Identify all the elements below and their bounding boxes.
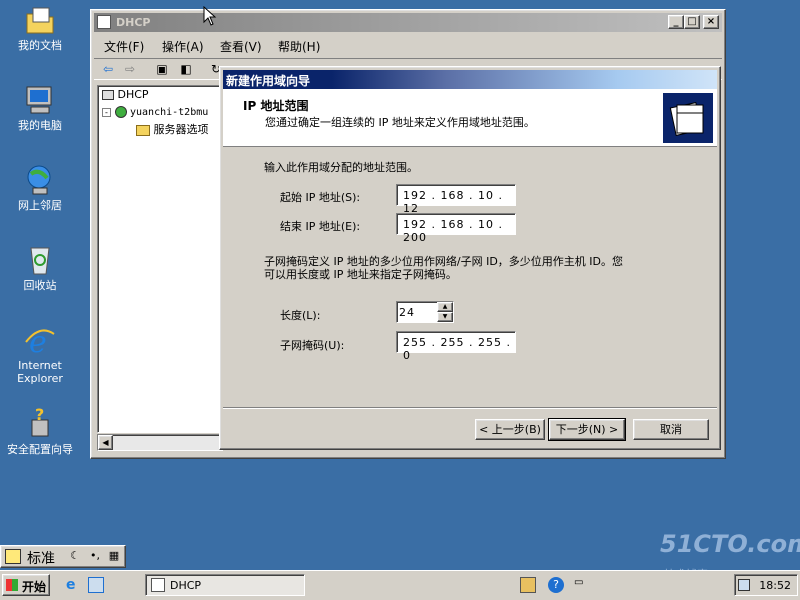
network-places-icon <box>23 164 57 196</box>
taskbar: 开始 e DHCP ? ▭ 18:52 <box>0 570 800 600</box>
up-folder-icon[interactable]: ▣ <box>152 61 172 79</box>
my-computer-icon <box>23 84 57 116</box>
new-scope-wizard: 新建作用域向导 IP 地址范围 您通过确定一组连续的 IP 地址来定义作用域地址… <box>219 66 721 450</box>
menu-file[interactable]: 文件(F) <box>104 38 144 55</box>
start-label: 开始 <box>22 580 47 594</box>
back-button[interactable]: < 上一步(B) <box>475 419 545 440</box>
taskbar-item-label: DHCP <box>170 579 202 592</box>
start-ip-value: 192 . 168 . 10 . 12 <box>403 189 503 215</box>
subnet-mask-label: 子网掩码(U): <box>280 339 345 352</box>
subnet-mask-value: 255 . 255 . 255 . 0 <box>403 336 511 362</box>
length-stepper[interactable]: 24 ▲ ▼ <box>396 301 454 323</box>
window-title: DHCP <box>116 16 151 29</box>
maximize-button[interactable]: □ <box>684 15 700 29</box>
desktop-icon-label: Internet <box>18 359 62 372</box>
ime-mode-label[interactable]: 标准 <box>27 548 55 568</box>
menu-bar: 文件(F) 操作(A) 查看(V) 帮助(H) <box>94 34 722 56</box>
moon-icon[interactable]: ☾ <box>67 549 83 564</box>
start-ip-label: 起始 IP 地址(S): <box>280 191 361 204</box>
mouse-cursor-icon <box>203 6 217 26</box>
console-tree: DHCP - yuanchi-t2bmu 服务器选项 <box>97 85 223 433</box>
desktop-icon-security-wizard[interactable]: ? 安全配置向导 <box>0 405 80 456</box>
subnet-mask-field[interactable]: 255 . 255 . 255 . 0 <box>396 331 516 362</box>
end-ip-field[interactable]: 192 . 168 . 10 . 200 <box>396 213 516 244</box>
show-desktop-icon[interactable] <box>88 577 104 593</box>
wizard-title-bar[interactable]: 新建作用域向导 <box>223 70 717 89</box>
prompt-text: 输入此作用域分配的地址范围。 <box>264 161 418 174</box>
minimize-button[interactable]: _ <box>668 15 684 29</box>
back-arrow-icon[interactable]: ⇦ <box>98 61 118 79</box>
desktop-icon-internet-explorer[interactable]: e Internet Explorer <box>0 324 80 385</box>
length-label: 长度(L): <box>280 309 321 322</box>
keyboard-icon[interactable]: ▦ <box>105 549 123 564</box>
tree-label: yuanchi-t2bmu <box>130 107 209 118</box>
clock[interactable]: 18:52 <box>759 579 791 592</box>
wizard-header-title: IP 地址范围 <box>243 99 309 113</box>
ie-icon: e <box>23 324 57 360</box>
tree-item-server[interactable]: - yuanchi-t2bmu <box>102 105 208 118</box>
desktop-icon-my-documents[interactable]: 我的文档 <box>0 4 80 52</box>
wizard-header-desc: 您通过确定一组连续的 IP 地址来定义作用域地址范围。 <box>265 116 535 129</box>
tree-label: 服务器选项 <box>153 123 209 136</box>
security-wizard-icon: ? <box>23 405 57 440</box>
end-ip-value: 192 . 168 . 10 . 200 <box>403 218 503 244</box>
dhcp-task-icon <box>151 578 165 592</box>
tree-item-dhcp[interactable]: DHCP <box>102 88 149 101</box>
desktop-icon-label: Explorer <box>17 372 63 385</box>
close-button[interactable]: × <box>703 15 719 29</box>
desktop-icon-label: 网上邻居 <box>18 199 62 212</box>
cancel-button[interactable]: 取消 <box>633 419 709 440</box>
length-value: 24 <box>399 306 415 319</box>
folder-icon <box>136 124 150 136</box>
dhcp-title-bar[interactable]: DHCP _ □ × <box>94 13 722 32</box>
wizard-title: 新建作用域向导 <box>226 74 311 88</box>
ime-toolbar: 标准 ☾ •, ▦ <box>0 545 126 568</box>
desktop-icon-recycle-bin[interactable]: 回收站 <box>0 244 80 292</box>
display-icon[interactable]: ▭ <box>574 577 586 593</box>
recycle-bin-icon <box>23 244 57 276</box>
stepper-down-button[interactable]: ▼ <box>437 312 453 322</box>
server-icon <box>114 106 127 118</box>
desktop-icon-label: 我的电脑 <box>18 119 62 132</box>
svg-text:?: ? <box>35 408 44 424</box>
wizard-header: IP 地址范围 您通过确定一组连续的 IP 地址来定义作用域地址范围。 <box>223 89 717 147</box>
help-icon[interactable]: ? <box>548 577 564 593</box>
show-tree-icon[interactable]: ◧ <box>176 61 196 79</box>
tree-label: DHCP <box>117 88 149 101</box>
my-documents-icon <box>23 4 57 36</box>
desktop-icon-label: 我的文档 <box>18 39 62 52</box>
ie-quicklaunch-icon[interactable]: e <box>66 577 82 593</box>
taskbar-item-dhcp[interactable]: DHCP <box>145 574 305 596</box>
menu-view[interactable]: 查看(V) <box>220 38 262 55</box>
windows-logo-icon <box>6 579 18 591</box>
tree-item-server-options[interactable]: 服务器选项 <box>136 121 209 137</box>
subnet-desc-line2: 可以用长度或 IP 地址来指定子网掩码。 <box>264 268 457 281</box>
dhcp-app-icon <box>97 15 111 29</box>
desktop-icon-label: 回收站 <box>23 279 57 292</box>
stepper-up-button[interactable]: ▲ <box>437 302 453 312</box>
start-button[interactable]: 开始 <box>2 574 50 596</box>
ime-logo-icon[interactable] <box>5 549 21 564</box>
network-tray-icon[interactable] <box>738 579 750 591</box>
wizard-folder-icon <box>663 93 713 143</box>
desktop-icon-my-computer[interactable]: 我的电脑 <box>0 84 80 132</box>
scroll-left-button[interactable]: ◀ <box>98 435 113 450</box>
menu-action[interactable]: 操作(A) <box>162 38 204 55</box>
watermark: 51CTO.com <box>660 530 800 558</box>
horizontal-scrollbar[interactable]: ◀ <box>97 434 223 451</box>
forward-arrow-icon[interactable]: ⇨ <box>120 61 140 79</box>
collapse-icon[interactable]: - <box>102 107 111 117</box>
punctuation-icon[interactable]: •, <box>87 549 103 564</box>
separator <box>223 407 717 409</box>
desktop-icon-network-places[interactable]: 网上邻居 <box>0 164 80 212</box>
next-button[interactable]: 下一步(N) > <box>548 418 626 441</box>
app-tray-icon[interactable] <box>520 577 536 593</box>
menu-help[interactable]: 帮助(H) <box>278 38 320 55</box>
end-ip-label: 结束 IP 地址(E): <box>280 220 361 233</box>
start-ip-field[interactable]: 192 . 168 . 10 . 12 <box>396 184 516 215</box>
system-tray: 18:52 <box>734 574 798 596</box>
desktop-icon-label: 安全配置向导 <box>7 443 73 456</box>
dhcp-node-icon <box>102 90 114 100</box>
